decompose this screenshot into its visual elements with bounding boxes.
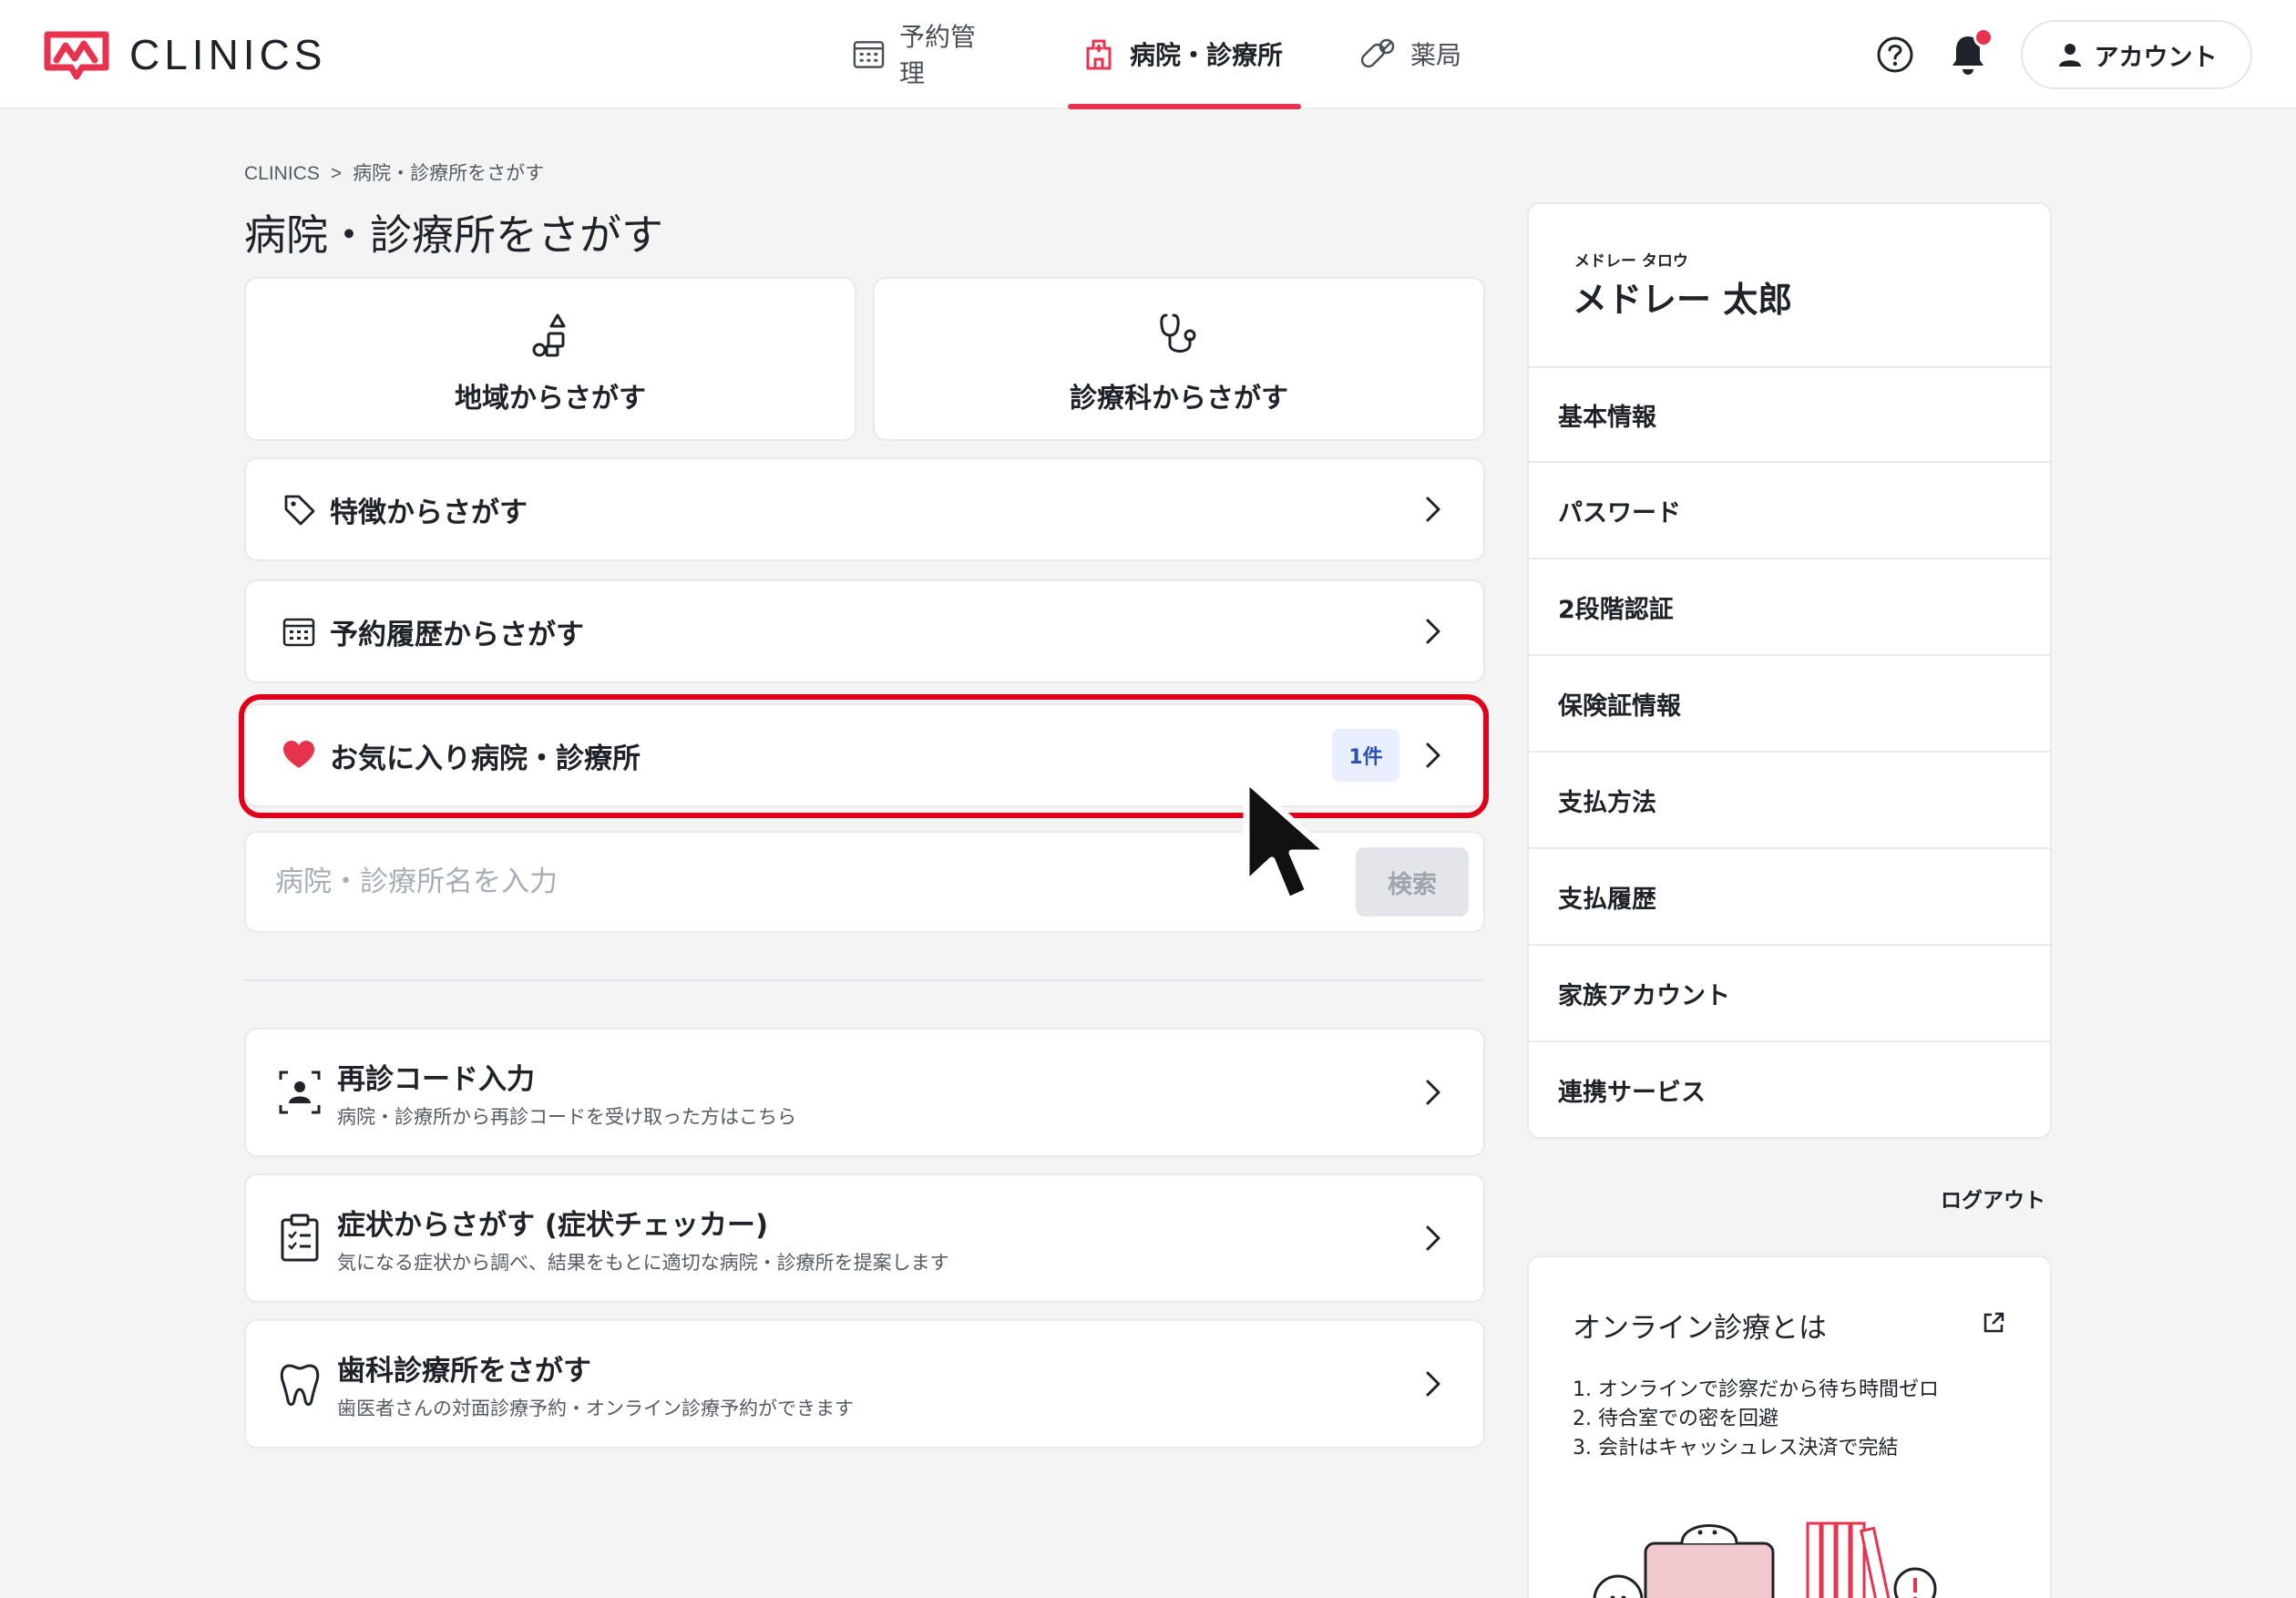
breadcrumb-current: 病院・診療所をさがす — [353, 163, 545, 184]
clipboard-icon — [281, 1214, 319, 1262]
favorites-count-badge: 1件 — [1332, 729, 1399, 782]
tooth-icon — [280, 1364, 320, 1406]
shapes-icon — [532, 313, 566, 357]
dental-search-subtitle: 歯医者さんの対面診療予約・オンライン診療予約ができます — [337, 1397, 854, 1419]
hospital-icon — [1086, 39, 1112, 70]
search-by-department-label: 診療科からさがす — [1070, 383, 1288, 415]
chevron-right-icon — [1426, 1371, 1440, 1397]
nav-reservations-label: 予約管理 — [898, 22, 976, 88]
menu-insurance-card[interactable]: 保険証情報 — [1529, 654, 2050, 751]
heart-icon — [283, 741, 314, 768]
profile-card: メドレー タロウ メドレー 太郎 基本情報 パスワード 2段階認証 保険証情報 … — [1527, 202, 2052, 1139]
online-benefit-item: 2. 待合室での密を回避 — [1573, 1408, 1778, 1430]
chevron-right-icon — [1426, 1080, 1440, 1105]
symptom-checker-row[interactable]: 症状からさがす (症状チェッカー) 気になる症状から調べ、結果をもとに適切な病院… — [244, 1173, 1485, 1303]
search-by-area-tile[interactable]: 地域からさがす — [244, 277, 856, 441]
calendar-icon — [282, 618, 315, 647]
chevron-right-icon — [1426, 743, 1440, 768]
nav-pharmacy[interactable]: 薬局 — [1358, 0, 1485, 108]
nav-hospitals-label: 病院・診療所 — [1130, 40, 1284, 70]
search-button[interactable]: 検索 — [1356, 847, 1469, 917]
main-nav: 予約管理 病院・診療所 薬局 — [847, 0, 1485, 109]
face-scan-icon — [279, 1070, 321, 1114]
mouse-cursor-icon — [1243, 776, 1332, 904]
user-name: メドレー 太郎 — [1573, 280, 1793, 320]
logout-link[interactable]: ログアウト — [1941, 1183, 2045, 1214]
user-name-kana: メドレー タロウ — [1574, 252, 1688, 271]
stethoscope-icon — [1160, 313, 1196, 353]
search-by-history-label: 予約履歴からさがす — [330, 618, 584, 651]
online-benefit-item: 3. 会計はキャッシュレス決済で完結 — [1573, 1437, 1899, 1460]
help-icon[interactable] — [1875, 35, 1915, 75]
dental-search-title: 歯科診療所をさがす — [337, 1354, 591, 1388]
header-actions: アカウント — [1875, 20, 2252, 89]
account-button[interactable]: アカウント — [2021, 20, 2252, 89]
external-link-icon — [1983, 1312, 2004, 1333]
menu-basic-info[interactable]: 基本情報 — [1529, 366, 2050, 461]
breadcrumb-root[interactable]: CLINICS — [244, 163, 320, 184]
calendar-icon — [853, 41, 885, 68]
logo-text: CLINICS — [129, 31, 327, 78]
chevron-right-icon — [1426, 497, 1440, 522]
nav-reservations[interactable]: 予約管理 — [847, 0, 1002, 108]
breadcrumb-separator: > — [330, 163, 343, 184]
menu-family-account[interactable]: 家族アカウント — [1529, 944, 2050, 1040]
notification-dot — [1973, 27, 1994, 47]
tag-icon — [284, 495, 315, 526]
symptom-checker-subtitle: 気になる症状から調べ、結果をもとに適切な病院・診療所を提案します — [337, 1251, 949, 1274]
app-header: CLINICS 予約管理 病院・診療所 薬局 アカウント — [0, 0, 2296, 109]
menu-password[interactable]: パスワード — [1529, 461, 2050, 558]
search-by-features-label: 特徴からさがす — [330, 496, 528, 529]
search-by-features-row[interactable]: 特徴からさがす — [244, 457, 1485, 561]
chevron-right-icon — [1426, 1225, 1440, 1251]
online-consultation-title: オンライン診療とは — [1573, 1312, 1827, 1345]
search-by-area-label: 地域からさがす — [455, 383, 646, 415]
online-consultation-card[interactable]: オンライン診療とは 1. オンラインで診察だから待ち時間ゼロ 2. 待合室での密… — [1527, 1255, 2052, 1598]
menu-linked-services[interactable]: 連携サービス — [1529, 1040, 2050, 1137]
symptom-checker-title: 症状からさがす (症状チェッカー) — [337, 1208, 769, 1242]
breadcrumb: CLINICS > 病院・診療所をさがす — [244, 159, 544, 186]
nav-hospitals[interactable]: 病院・診療所 — [1068, 0, 1301, 109]
search-by-history-row[interactable]: 予約履歴からさがす — [244, 579, 1485, 683]
favorites-label: お気に入り病院・診療所 — [330, 742, 641, 775]
notifications-button[interactable] — [1948, 27, 1994, 77]
pills-icon — [1361, 38, 1395, 68]
online-consultation-illustration — [1593, 1521, 1937, 1598]
menu-two-factor-auth[interactable]: 2段階認証 — [1529, 558, 2050, 654]
account-label: アカウント — [2094, 43, 2218, 72]
revisit-code-title: 再診コード入力 — [337, 1062, 535, 1096]
page-title: 病院・診療所をさがす — [244, 210, 663, 260]
account-menu: 基本情報 パスワード 2段階認証 保険証情報 支払方法 支払履歴 家族アカウント… — [1529, 366, 2050, 1137]
person-icon — [2058, 44, 2081, 67]
menu-payment-history[interactable]: 支払履歴 — [1529, 847, 2050, 944]
chevron-right-icon — [1426, 619, 1440, 644]
revisit-code-row[interactable]: 再診コード入力 病院・診療所から再診コードを受け取った方はこちら — [244, 1028, 1485, 1157]
clinics-logo-icon — [44, 31, 109, 80]
section-divider — [244, 979, 1483, 981]
menu-payment-method[interactable]: 支払方法 — [1529, 751, 2050, 847]
clinics-logo[interactable]: CLINICS — [42, 27, 326, 82]
nav-pharmacy-label: 薬局 — [1410, 40, 1462, 70]
search-by-department-tile[interactable]: 診療科からさがす — [873, 277, 1485, 441]
dental-search-row[interactable]: 歯科診療所をさがす 歯医者さんの対面診療予約・オンライン診療予約ができます — [244, 1319, 1485, 1449]
online-benefit-item: 1. オンラインで診察だから待ち時間ゼロ — [1573, 1378, 1939, 1401]
hospital-search-input[interactable] — [275, 866, 1356, 898]
online-benefits-list: 1. オンラインで診察だから待ち時間ゼロ 2. 待合室での密を回避 3. 会計は… — [1573, 1376, 1939, 1463]
revisit-code-subtitle: 病院・診療所から再診コードを受け取った方はこちら — [337, 1105, 796, 1128]
